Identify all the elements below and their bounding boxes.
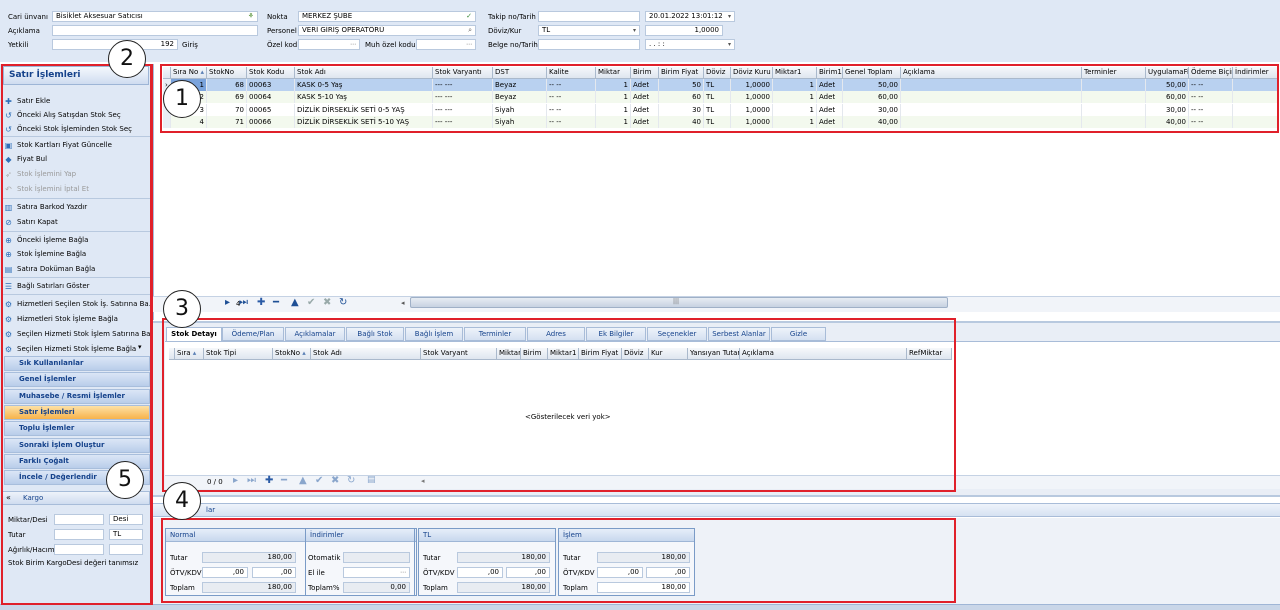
- annotation-4: 4: [163, 482, 201, 520]
- last-record-icon[interactable]: ⏭: [239, 297, 248, 308]
- personel-label: Personel: [267, 27, 297, 35]
- nokta-input[interactable]: MERKEZ ŞUBE ✓: [298, 11, 476, 22]
- kur-input[interactable]: 1,0000: [645, 25, 723, 36]
- scroll-grip-icon: |||: [673, 298, 680, 305]
- chevron-down-icon[interactable]: ▾: [633, 26, 636, 35]
- delete-record-icon[interactable]: ━: [273, 297, 279, 308]
- totals-header[interactable]: lar: [153, 503, 1280, 517]
- chevron-down-icon[interactable]: ▾: [728, 40, 731, 49]
- highlight-box-2b: [1, 64, 153, 605]
- aciklama-input[interactable]: [52, 25, 258, 36]
- lookup-icon[interactable]: ⌕: [468, 26, 472, 35]
- cari-input[interactable]: Bisiklet Aksesuar Satıcısı ⚘: [52, 11, 258, 22]
- move-up-icon[interactable]: ▲: [291, 297, 299, 308]
- scroll-left-icon[interactable]: ◂: [401, 299, 405, 307]
- refresh-icon[interactable]: ↻: [339, 297, 347, 308]
- horizontal-scrollbar[interactable]: |||: [410, 297, 948, 308]
- annotation-3: 3: [163, 290, 201, 328]
- giris-label: Giriş: [182, 41, 198, 49]
- ozel-kod-label: Özel kod: [267, 41, 298, 49]
- splitter[interactable]: [153, 495, 1280, 497]
- chevron-down-icon[interactable]: ▾: [728, 12, 731, 21]
- cari-label: Cari ünvanı: [8, 13, 48, 21]
- annotation-5: 5: [106, 461, 144, 499]
- takip-label: Takip no/Tarih: [488, 13, 536, 21]
- check-icon: ✓: [466, 12, 472, 20]
- status-strip: [0, 604, 1280, 610]
- document-header: Cari ünvanı Bisiklet Aksesuar Satıcısı ⚘ …: [0, 0, 1280, 62]
- totals-title: lar: [206, 506, 216, 514]
- personel-input[interactable]: VERİ GİRİŞ OPERATÖRÜ ⌕: [298, 25, 476, 36]
- doviz-select[interactable]: TL ▾: [538, 25, 640, 36]
- takip-input[interactable]: [538, 11, 640, 22]
- cancel-icon[interactable]: ✖: [323, 297, 331, 308]
- belge-tarih-input[interactable]: . . : : ▾: [645, 39, 735, 50]
- belge-label: Belge no/Tarih: [488, 41, 538, 49]
- confirm-icon[interactable]: ✔: [307, 297, 315, 308]
- muh-ozel-label: Muh özel kodu: [365, 41, 416, 49]
- lookup-icon[interactable]: ⚘: [248, 12, 254, 21]
- highlight-box-3: [162, 318, 956, 492]
- yetkili-label: Yetkili: [8, 41, 29, 49]
- aciklama-label: Açıklama: [8, 27, 40, 35]
- annotation-1: 1: [163, 80, 201, 118]
- highlight-box-1: [160, 64, 1279, 133]
- ozel-kod-input[interactable]: ⋯: [298, 39, 360, 50]
- next-record-icon[interactable]: ▸: [225, 297, 230, 308]
- add-record-icon[interactable]: ✚: [257, 297, 265, 308]
- annotation-2: 2: [108, 40, 146, 78]
- nokta-label: Nokta: [267, 13, 288, 21]
- tarih-input[interactable]: 20.01.2022 13:01:12 ▾: [645, 11, 735, 22]
- doviz-label: Döviz/Kur: [488, 27, 522, 35]
- belge-input[interactable]: [538, 39, 640, 50]
- muh-ozel-input[interactable]: ⋯: [416, 39, 476, 50]
- highlight-box-4: [161, 518, 956, 603]
